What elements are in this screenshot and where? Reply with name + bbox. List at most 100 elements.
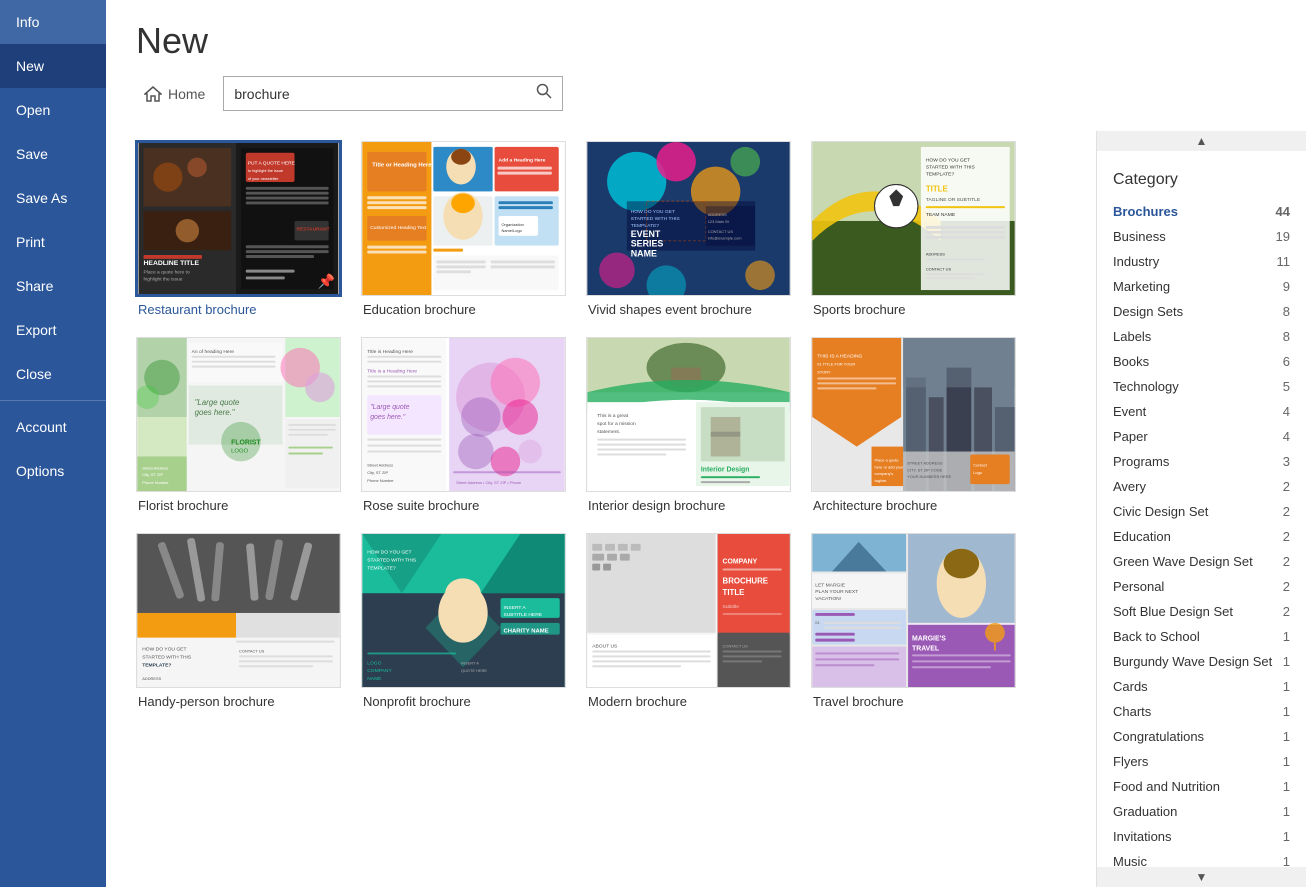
category-item-design-sets[interactable]: Design Sets8 (1097, 299, 1306, 324)
category-item-industry[interactable]: Industry11 (1097, 249, 1306, 274)
category-item-marketing[interactable]: Marketing9 (1097, 274, 1306, 299)
category-item-count: 1 (1283, 654, 1290, 669)
template-nonprofit[interactable]: HOW DO YOU GET STARTED WITH THIS TEMPLAT… (361, 533, 566, 709)
sidebar-item-save[interactable]: Save (0, 132, 106, 176)
category-item-books[interactable]: Books 6 (1097, 349, 1306, 374)
sidebar-item-print[interactable]: Print (0, 220, 106, 264)
category-item-count: 1 (1283, 729, 1290, 744)
sidebar-item-info[interactable]: Info (0, 0, 106, 44)
template-row-3: HOW DO YOU GET STARTED WITH THIS TEMPLAT… (136, 533, 1076, 709)
sidebar-item-open[interactable]: Open (0, 88, 106, 132)
category-item-count: 4 (1283, 404, 1290, 419)
category-item-charts[interactable]: Charts1 (1097, 699, 1306, 724)
svg-text:of your newsletter: of your newsletter (248, 176, 279, 181)
category-item-brochures[interactable]: Brochures44 (1097, 199, 1306, 224)
template-vivid[interactable]: HOW DO YOU GET STARTED WITH THIS TEMPLAT… (586, 141, 791, 317)
sidebar-item-export[interactable]: Export (0, 308, 106, 352)
svg-text:CONTACT US: CONTACT US (723, 644, 749, 649)
category-item-music[interactable]: Music1 (1097, 849, 1306, 867)
svg-text:ADDRESS: ADDRESS (926, 252, 945, 257)
template-rose[interactable]: Title is Heading Here Title is a Heading… (361, 337, 566, 513)
svg-text:info@example.com: info@example.com (708, 236, 742, 241)
svg-text:SERIES: SERIES (631, 239, 664, 249)
main-header: New Home (106, 0, 1306, 131)
category-item-label: Technology (1113, 379, 1179, 394)
category-item-label: Programs (1113, 454, 1169, 469)
category-item-label: Books (1113, 354, 1149, 369)
category-item-label: Personal (1113, 579, 1164, 594)
svg-text:Organization: Organization (502, 222, 524, 227)
svg-text:MARGIE'S: MARGIE'S (912, 636, 946, 643)
search-input[interactable] (224, 80, 526, 108)
category-item-civic-design-set[interactable]: Civic Design Set2 (1097, 499, 1306, 524)
svg-text:CONTACT US: CONTACT US (926, 266, 952, 271)
category-item-count: 2 (1283, 604, 1290, 619)
template-florist[interactable]: Street Address City, ST ZIP Phone Number… (136, 337, 341, 513)
template-architecture[interactable]: THIS IS A HEADING 01 TITLE FOR YOUR STOR… (811, 337, 1016, 513)
home-button[interactable]: Home (136, 80, 213, 108)
category-item-education[interactable]: Education2 (1097, 524, 1306, 549)
template-thumb-interior: This is a great spot for a mission state… (586, 337, 791, 492)
sidebar-item-options[interactable]: Options (0, 449, 106, 493)
sidebar-item-account[interactable]: Account (0, 405, 106, 449)
category-item-soft-blue-design-set[interactable]: Soft Blue Design Set2 (1097, 599, 1306, 624)
svg-text:HOW DO YOU GET: HOW DO YOU GET (926, 158, 970, 164)
sidebar-item-saveas[interactable]: Save As (0, 176, 106, 220)
template-interior[interactable]: This is a great spot for a mission state… (586, 337, 791, 513)
svg-text:City, ST ZIP: City, ST ZIP (367, 470, 388, 475)
template-label-florist: Florist brochure (136, 498, 341, 513)
category-item-label: Paper (1113, 429, 1148, 444)
category-item-green-wave-design-set[interactable]: Green Wave Design Set2 (1097, 549, 1306, 574)
template-restaurant[interactable]: HEADLINE TITLE Place a quote here to hig… (136, 141, 341, 317)
svg-text:City, ST ZIP: City, ST ZIP (142, 472, 163, 477)
svg-text:HEADLINE TITLE: HEADLINE TITLE (144, 260, 200, 267)
svg-text:Add a Heading Here: Add a Heading Here (499, 158, 546, 164)
category-item-back-to-school[interactable]: Back to School1 (1097, 624, 1306, 649)
svg-text:Interior Design: Interior Design (701, 466, 750, 473)
template-education[interactable]: Title or Heading Here Customized Heading… (361, 141, 566, 317)
category-item-paper[interactable]: Paper 4 (1097, 424, 1306, 449)
sidebar-item-close[interactable]: Close (0, 352, 106, 396)
category-item-label: Flyers (1113, 754, 1148, 769)
category-item-congratulations[interactable]: Congratulations1 (1097, 724, 1306, 749)
template-label-travel: Travel brochure (811, 694, 1016, 709)
category-item-food-and-nutrition[interactable]: Food and Nutrition1 (1097, 774, 1306, 799)
category-item-count: 5 (1283, 379, 1290, 394)
category-item-count: 1 (1283, 629, 1290, 644)
category-item-event[interactable]: Event4 (1097, 399, 1306, 424)
category-item-graduation[interactable]: Graduation1 (1097, 799, 1306, 824)
category-item-avery[interactable]: Avery2 (1097, 474, 1306, 499)
category-item-programs[interactable]: Programs3 (1097, 449, 1306, 474)
category-item-technology[interactable]: Technology 5 (1097, 374, 1306, 399)
category-item-personal[interactable]: Personal2 (1097, 574, 1306, 599)
template-travel[interactable]: LET MARGIE PLAN YOUR NEXT VACATION! 01 (811, 533, 1016, 709)
category-item-count: 6 (1283, 354, 1290, 369)
search-button[interactable] (526, 77, 562, 110)
category-item-invitations[interactable]: Invitations1 (1097, 824, 1306, 849)
template-handy[interactable]: HOW DO YOU GET STARTED WITH THIS TEMPLAT… (136, 533, 341, 709)
svg-text:STARTED WITH THIS: STARTED WITH THIS (926, 165, 976, 171)
svg-text:123 Main St: 123 Main St (708, 219, 730, 224)
category-item-label: Avery (1113, 479, 1146, 494)
svg-text:INSERT A: INSERT A (503, 605, 526, 611)
category-item-labels[interactable]: Labels8 (1097, 324, 1306, 349)
category-item-cards[interactable]: Cards1 (1097, 674, 1306, 699)
sidebar-item-new[interactable]: New (0, 44, 106, 88)
svg-text:YOUR NUMBERS HERE: YOUR NUMBERS HERE (907, 474, 952, 479)
home-label: Home (168, 86, 205, 102)
category-item-flyers[interactable]: Flyers1 (1097, 749, 1306, 774)
template-sports[interactable]: HOW DO YOU GET STARTED WITH THIS TEMPLAT… (811, 141, 1016, 317)
svg-text:PLAN YOUR NEXT: PLAN YOUR NEXT (815, 589, 858, 595)
svg-text:to highlight the issue: to highlight the issue (248, 168, 283, 173)
category-item-count: 4 (1283, 429, 1290, 444)
template-modern[interactable]: COMPANY BROCHURE TITLE Subtitle CONTACT … (586, 533, 791, 709)
sidebar-item-share[interactable]: Share (0, 264, 106, 308)
svg-text:HOW DO YOU GET: HOW DO YOU GET (631, 209, 675, 215)
svg-text:An of heading Here: An of heading Here (192, 349, 235, 355)
svg-text:BROCHURE: BROCHURE (723, 576, 769, 585)
scroll-down-button[interactable]: ▼ (1097, 867, 1306, 887)
template-thumb-handy: HOW DO YOU GET STARTED WITH THIS TEMPLAT… (136, 533, 341, 688)
category-item-burgundy-wave-design-set[interactable]: Burgundy Wave Design Set1 (1097, 649, 1306, 674)
category-item-business[interactable]: Business19 (1097, 224, 1306, 249)
scroll-up-button[interactable]: ▲ (1097, 131, 1306, 151)
